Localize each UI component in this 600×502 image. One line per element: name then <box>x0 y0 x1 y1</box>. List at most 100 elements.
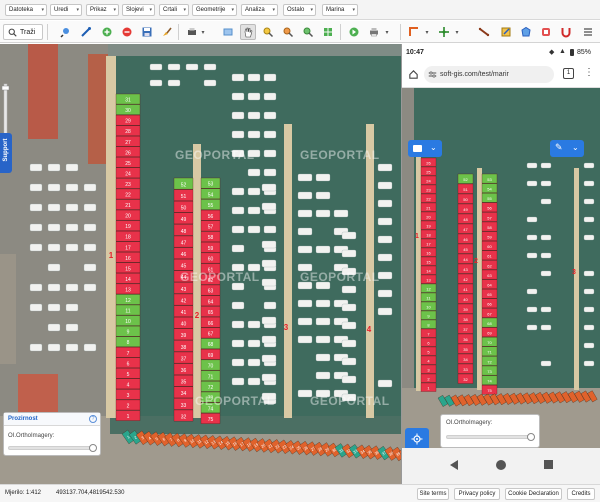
boat <box>29 343 43 352</box>
undo-button[interactable] <box>538 24 554 40</box>
boat <box>65 283 79 292</box>
phone-berth-label: 23 <box>426 187 431 192</box>
polygon-tool-button[interactable] <box>518 24 534 40</box>
corner-tool-button[interactable] <box>406 24 422 40</box>
corner-options-button[interactable]: ▾ <box>422 24 432 40</box>
select-tool-button[interactable] <box>498 24 514 40</box>
opacity-slider[interactable] <box>8 446 96 450</box>
phone-tools-button[interactable]: ✎ ⌄ <box>550 140 584 157</box>
berth-label: 15 <box>125 266 131 272</box>
menu-geometrije[interactable]: Geometrije ▾ <box>192 4 237 16</box>
boat <box>526 306 538 313</box>
chevron-down-icon: ⌄ <box>572 143 579 152</box>
crosshair-options-button[interactable]: ▾ <box>452 24 462 40</box>
locate-button[interactable] <box>405 428 429 448</box>
menu-ostalo[interactable]: Ostalo ▾ <box>283 4 316 16</box>
hamburger-menu-button[interactable] <box>580 24 596 40</box>
more-menu-icon[interactable]: ⋮ <box>584 67 594 79</box>
rectangle-button[interactable] <box>220 24 236 40</box>
phone-berth-label: 63 <box>487 273 492 278</box>
boat <box>83 263 97 272</box>
support-tab[interactable]: Support <box>0 133 12 173</box>
boat <box>297 299 313 308</box>
pan-button[interactable] <box>240 24 256 40</box>
pencil-icon: ✎ <box>555 142 563 152</box>
phone-layers-button[interactable]: ⌄ <box>408 140 442 157</box>
boat <box>231 130 245 139</box>
boat <box>247 320 261 329</box>
menu-datoteka[interactable]: Datoteka ▾ <box>5 4 47 16</box>
phone-pier-1 <box>416 153 421 391</box>
menu-marina[interactable]: Marina ▾ <box>322 4 358 16</box>
transparency-panel: Prozirnost ? OI.OrthoImagery: <box>3 412 101 456</box>
zoom-area-button[interactable] <box>260 24 276 40</box>
tabs-counter[interactable]: 1 <box>563 68 574 79</box>
select-icon <box>501 27 511 37</box>
zoom-out-icon <box>283 27 294 38</box>
boat <box>47 343 61 352</box>
back-icon[interactable] <box>450 460 458 470</box>
phone-layer-label: OI.OrthoImagery: <box>446 420 493 426</box>
zoom-out-button[interactable] <box>280 24 296 40</box>
menu-crtali[interactable]: Crtali ▾ <box>159 4 189 16</box>
phone-berth-label: 46 <box>463 237 468 242</box>
opacity-slider-thumb[interactable] <box>89 444 97 452</box>
help-icon[interactable]: ? <box>89 415 97 423</box>
line-tool-button[interactable] <box>476 24 492 40</box>
remove-button[interactable] <box>119 24 135 40</box>
zoom-in-button[interactable] <box>58 24 74 40</box>
boat <box>261 335 277 344</box>
magnet-button[interactable] <box>558 24 574 40</box>
corner-icon <box>409 27 418 36</box>
berth-label: 14 <box>125 277 131 283</box>
site-terms-link[interactable]: Site terms <box>417 488 449 500</box>
next-button[interactable] <box>346 24 362 40</box>
boat <box>65 183 79 192</box>
full-extent-button[interactable] <box>320 24 336 40</box>
home-icon[interactable] <box>408 69 419 80</box>
berth-label: 21 <box>125 203 131 209</box>
berth-label: 56 <box>208 214 214 220</box>
boat <box>231 244 245 253</box>
berth-label: 35 <box>181 380 187 386</box>
add-button[interactable] <box>99 24 115 40</box>
menu-uredi[interactable]: Uredi ▾ <box>50 4 82 16</box>
berth-label: 38 <box>181 345 187 351</box>
cookie-declaration-link[interactable]: Cookie Declaration <box>505 488 562 500</box>
printer-button[interactable] <box>366 24 382 40</box>
crosshair-button[interactable] <box>436 24 452 40</box>
printer-options-button[interactable]: ▾ <box>382 24 392 40</box>
print-options-button[interactable]: ▾ <box>198 24 208 40</box>
menu-analiza[interactable]: Analiza ▾ <box>241 4 278 16</box>
berth-label: 7 <box>127 351 130 357</box>
berth-label: 52 <box>181 182 187 188</box>
phone-opacity-slider[interactable] <box>446 435 534 439</box>
search-button[interactable]: Traži <box>3 24 43 40</box>
recents-icon[interactable] <box>544 460 553 469</box>
credits-link[interactable]: Credits <box>567 488 595 500</box>
undo-icon <box>542 28 550 36</box>
boat <box>583 306 595 313</box>
save-icon <box>142 27 152 37</box>
menu-slojevi[interactable]: Slojevi ▾ <box>122 4 155 16</box>
berth-label: 70 <box>208 364 214 370</box>
phone-opacity-slider-thumb[interactable] <box>527 433 535 441</box>
boat <box>540 252 552 259</box>
phone-map[interactable]: 26 25 24 23 22 21 20 19 18 17 16 15 14 13 12 11 10 9 8 7 6 5 4… <box>402 88 600 448</box>
save-button[interactable] <box>139 24 155 40</box>
url-field[interactable]: soft-gis.com/test/marir <box>424 66 554 83</box>
phone-status-bar: 10:47 ◆ ▲ 85% <box>402 44 600 62</box>
menu-prikaz[interactable]: Prikaz ▾ <box>86 4 119 16</box>
brush-button[interactable] <box>159 24 175 40</box>
zoom-refresh-button[interactable] <box>300 24 316 40</box>
pencil-button[interactable] <box>78 24 94 40</box>
url-text: soft-gis.com/test/marir <box>440 71 509 78</box>
phone-berth-label: 43 <box>463 267 468 272</box>
phone-berth-label: 19 <box>426 223 431 228</box>
boat <box>231 320 245 329</box>
privacy-policy-link[interactable]: Privacy policy <box>454 488 500 500</box>
home-circle-icon[interactable] <box>496 460 506 470</box>
watermark: GEOPORTAL <box>180 270 260 284</box>
chevron-down-icon: ▾ <box>183 7 186 13</box>
berth-label: 67 <box>208 332 214 338</box>
